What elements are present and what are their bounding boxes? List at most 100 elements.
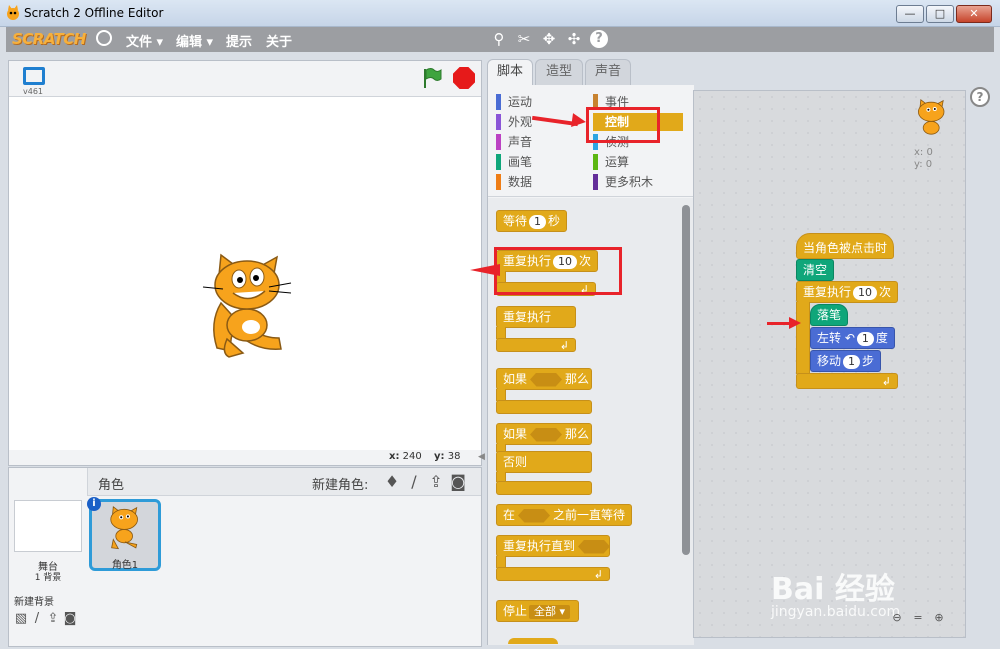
- annotation-arrowhead: [571, 113, 587, 129]
- help-icon[interactable]: ?: [590, 30, 608, 48]
- sprite-pane-title: 角色: [98, 478, 125, 493]
- stage-panel: v461 x: 240 y: 38: [8, 60, 482, 466]
- coord-y-label: y:: [434, 451, 445, 462]
- block-input[interactable]: 1: [843, 355, 861, 369]
- sprite-pane: 舞台 1 背景 新建背景 ▧ / ⇪ ◙ 角色 新建角色: ♦ / ⇪ ◙ 角色…: [8, 467, 482, 647]
- upload-backdrop-icon[interactable]: ⇪: [45, 611, 61, 627]
- c-block-foot: [496, 400, 592, 414]
- menu-bar: SCRATCH 文件 ▾ 编辑 ▾ 提示 关于 ⚲ ✂ ✥ ✣ ?: [6, 27, 994, 52]
- scratch-logo[interactable]: SCRATCH: [12, 30, 86, 50]
- c-block-foot: ↲: [796, 373, 898, 389]
- category-more-blocks[interactable]: 更多积木: [593, 173, 683, 191]
- block-text: 度: [875, 331, 888, 345]
- zoom-reset-icon[interactable]: =: [910, 610, 926, 626]
- category-label: 更多积木: [605, 175, 654, 189]
- camera-sprite-icon[interactable]: ◙: [448, 472, 468, 492]
- boolean-slot[interactable]: [530, 372, 563, 387]
- category-label: 数据: [508, 175, 533, 189]
- menu-tips[interactable]: 提示: [226, 31, 252, 50]
- minimize-button[interactable]: —: [896, 5, 924, 23]
- stop-icon[interactable]: [453, 67, 475, 89]
- paint-sprite-icon[interactable]: /: [404, 472, 424, 492]
- upload-sprite-icon[interactable]: ⇪: [426, 472, 446, 492]
- category-label: 运动: [508, 95, 533, 109]
- coord-y-value: 38: [447, 451, 461, 462]
- block-when-sprite-clicked[interactable]: 当角色被点击时: [796, 233, 895, 259]
- block-input[interactable]: 1: [529, 215, 547, 229]
- block-if-then[interactable]: 如果 那么: [496, 368, 592, 390]
- category-operators[interactable]: 运算: [593, 153, 683, 171]
- annotation-arrow-repeat: [470, 264, 500, 276]
- maximize-icon: □: [934, 7, 946, 20]
- tab-costumes[interactable]: 造型: [535, 59, 583, 85]
- block-text: 左转: [817, 331, 842, 345]
- stage-column: 舞台 1 背景 新建背景 ▧ / ⇪ ◙: [9, 468, 87, 646]
- info-icon[interactable]: i: [87, 497, 101, 511]
- category-color-bar: [593, 154, 598, 170]
- block-text: 否则: [503, 455, 528, 469]
- block-forever[interactable]: 重复执行: [496, 306, 576, 328]
- duplicate-icon[interactable]: ⚲: [490, 30, 508, 48]
- cat-sprite-image[interactable]: [199, 253, 299, 363]
- block-text: 当角色被点击时: [803, 241, 888, 255]
- zoom-in-icon[interactable]: ⊕: [931, 610, 947, 626]
- stage-canvas[interactable]: [9, 98, 481, 450]
- category-data[interactable]: 数据: [496, 173, 586, 191]
- block-pen-down[interactable]: 落笔: [810, 304, 849, 326]
- block-text: 如果: [503, 427, 528, 441]
- delete-icon[interactable]: ✂: [515, 30, 533, 48]
- script-area[interactable]: x: 0 y: 0 当角色被点击时 清空 重复执行 10 次 落笔 左转 ↶ 1 度 移…: [693, 90, 966, 638]
- block-wait[interactable]: 等待 1 秒: [496, 210, 568, 232]
- menu-about[interactable]: 关于: [266, 31, 292, 50]
- block-text: 如果: [503, 372, 528, 386]
- block-wait-until[interactable]: 在 之前一直等待: [496, 504, 633, 526]
- close-button[interactable]: ✕: [956, 5, 992, 23]
- menu-file[interactable]: 文件 ▾: [126, 31, 163, 50]
- block-input[interactable]: 10: [853, 286, 878, 300]
- category-motion[interactable]: 运动: [496, 93, 586, 111]
- boolean-slot[interactable]: [518, 508, 551, 523]
- block-input[interactable]: 1: [856, 332, 874, 346]
- maximize-button[interactable]: □: [926, 5, 954, 23]
- sprite-tile[interactable]: 角色1: [89, 499, 161, 571]
- zoom-out-icon[interactable]: ⊖: [889, 610, 905, 626]
- block-repeat[interactable]: 重复执行 10 次: [796, 281, 898, 303]
- annotation-box-repeat: [494, 247, 622, 295]
- menu-edit[interactable]: 编辑 ▾: [176, 31, 213, 50]
- category-pen[interactable]: 画笔: [496, 153, 586, 171]
- block-move[interactable]: 移动 1 步: [810, 350, 882, 372]
- sprite-library-icon[interactable]: ♦: [382, 472, 402, 492]
- category-sound[interactable]: 声音: [496, 133, 586, 151]
- block-stop[interactable]: 停止 全部 ▾: [496, 600, 580, 622]
- sprite-y-readout: y: 0: [914, 159, 933, 170]
- green-flag-icon[interactable]: [421, 67, 443, 89]
- coord-y: y: 38: [434, 451, 460, 462]
- paint-backdrop-icon[interactable]: /: [29, 611, 45, 627]
- stop-dropdown[interactable]: 全部 ▾: [529, 605, 571, 619]
- stage-thumbnail[interactable]: [14, 500, 82, 552]
- palette-scrollbar[interactable]: [682, 205, 690, 555]
- tab-sounds[interactable]: 声音: [585, 59, 631, 85]
- block-if-else[interactable]: 如果 那么: [496, 423, 592, 445]
- block-clear[interactable]: 清空: [796, 259, 835, 281]
- tab-scripts[interactable]: 脚本: [487, 59, 533, 87]
- language-globe-icon[interactable]: [96, 30, 112, 46]
- loop-arrow-icon: ↲: [881, 375, 891, 388]
- shrink-icon[interactable]: ✣: [565, 30, 583, 48]
- c-block-foot: ↲: [496, 567, 610, 581]
- backdrop-library-icon[interactable]: ▧: [13, 611, 29, 627]
- block-repeat-until[interactable]: 重复执行直到: [496, 535, 611, 557]
- help-button[interactable]: ?: [970, 87, 990, 107]
- boolean-slot[interactable]: [530, 427, 563, 442]
- grow-icon[interactable]: ✥: [540, 30, 558, 48]
- boolean-slot[interactable]: [578, 539, 611, 554]
- loop-arrow-icon: ↲: [593, 568, 603, 581]
- collapse-stage-handle[interactable]: ◀: [478, 452, 486, 464]
- camera-backdrop-icon[interactable]: ◙: [62, 611, 78, 627]
- block-text: 重复执行: [503, 310, 552, 324]
- window-title-bar: Scratch 2 Offline Editor — □ ✕: [0, 0, 1000, 27]
- block-turn-left[interactable]: 左转 ↶ 1 度: [810, 327, 895, 349]
- block-text: 清空: [803, 263, 828, 277]
- fullscreen-icon[interactable]: [23, 67, 45, 85]
- scratch-cat-icon: [7, 5, 19, 20]
